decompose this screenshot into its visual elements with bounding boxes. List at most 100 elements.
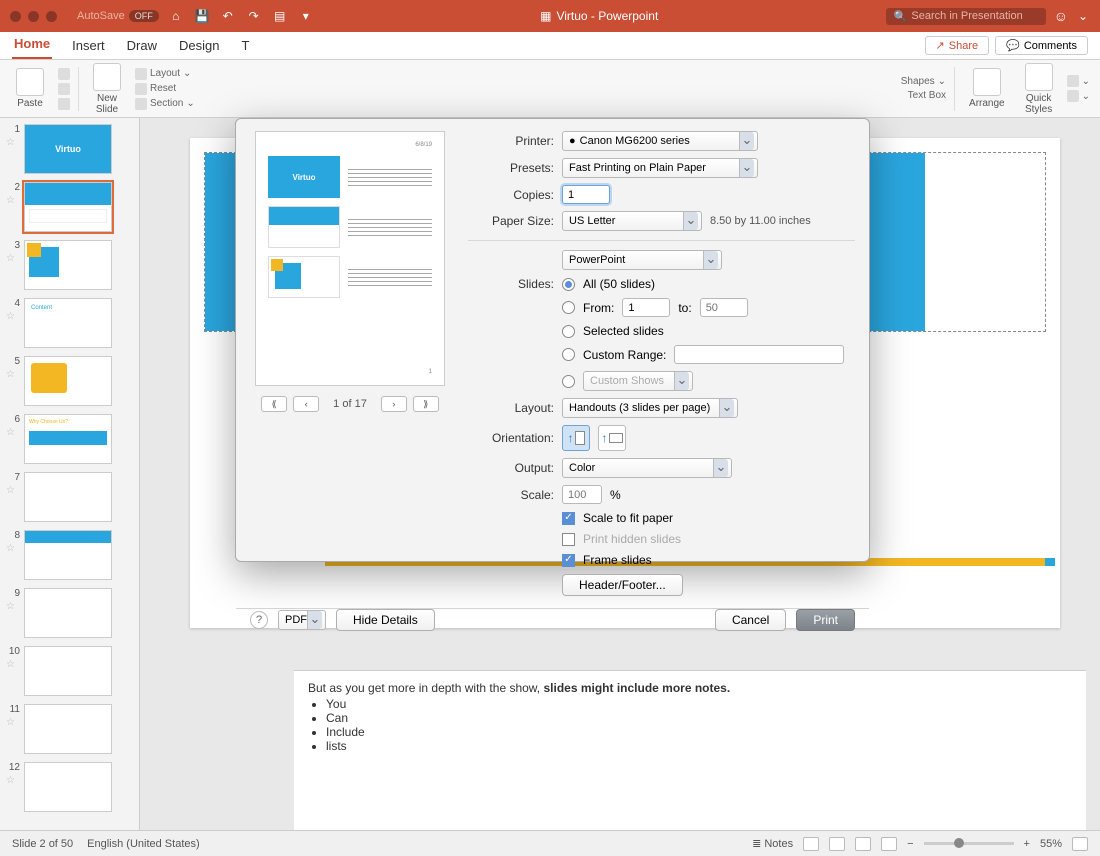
home-icon[interactable]: ⌂ bbox=[169, 9, 183, 23]
slide-thumb-11[interactable] bbox=[24, 704, 112, 754]
feedback-chevron-icon[interactable]: ⌄ bbox=[1076, 9, 1090, 23]
help-icon[interactable]: ? bbox=[250, 611, 268, 629]
comments-button[interactable]: 💬Comments bbox=[995, 36, 1088, 55]
star-icon[interactable]: ☆ bbox=[6, 717, 20, 728]
tab-insert[interactable]: Insert bbox=[70, 34, 107, 59]
tab-transitions[interactable]: T bbox=[239, 34, 251, 59]
share-button[interactable]: ↗Share bbox=[925, 36, 990, 55]
new-slide-button[interactable]: New Slide bbox=[87, 63, 127, 115]
header-footer-button[interactable]: Header/Footer... bbox=[562, 574, 683, 596]
star-icon[interactable]: ☆ bbox=[6, 543, 20, 554]
tab-design[interactable]: Design bbox=[177, 34, 221, 59]
shape-outline-button[interactable]: ⌄ bbox=[1067, 90, 1090, 102]
zoom-window-icon[interactable] bbox=[46, 11, 57, 22]
tab-draw[interactable]: Draw bbox=[125, 34, 159, 59]
star-icon[interactable]: ☆ bbox=[6, 195, 20, 206]
orientation-landscape[interactable]: ↑ bbox=[598, 425, 626, 451]
reset-button[interactable]: Reset bbox=[135, 83, 195, 95]
normal-view-icon[interactable] bbox=[803, 837, 819, 851]
text-box-button[interactable]: Text Box bbox=[908, 90, 946, 101]
print-button[interactable]: Print bbox=[796, 609, 855, 631]
autosave-toggle[interactable]: AutoSave OFF bbox=[77, 10, 159, 22]
slides-from-radio[interactable] bbox=[562, 301, 575, 314]
star-icon[interactable]: ☆ bbox=[6, 311, 20, 322]
hide-details-button[interactable]: Hide Details bbox=[336, 609, 435, 631]
selected-slides-radio[interactable] bbox=[562, 325, 575, 338]
slide-thumbnails-panel[interactable]: 1☆Virtuo 2☆ 3☆ 4☆Content 5☆ 6☆Why Choose… bbox=[0, 118, 140, 830]
next-page-icon[interactable]: › bbox=[381, 396, 407, 412]
copies-input[interactable] bbox=[562, 185, 610, 204]
copy-button[interactable] bbox=[58, 83, 70, 95]
app-section-dropdown[interactable]: PowerPoint bbox=[562, 250, 722, 270]
section-button[interactable]: Section ⌄ bbox=[135, 98, 195, 110]
presets-dropdown[interactable]: Fast Printing on Plain Paper bbox=[562, 158, 758, 178]
slide-thumb-7[interactable] bbox=[24, 472, 112, 522]
slides-all-radio[interactable] bbox=[562, 278, 575, 291]
layout-button[interactable]: Layout ⌄ bbox=[135, 68, 195, 80]
slide-thumb-4[interactable]: Content bbox=[24, 298, 112, 348]
slide-thumb-2[interactable] bbox=[24, 182, 112, 232]
frame-slides-checkbox[interactable] bbox=[562, 554, 575, 567]
pdf-dropdown[interactable]: PDF bbox=[278, 610, 326, 630]
sorter-view-icon[interactable] bbox=[829, 837, 845, 851]
slide-thumb-5[interactable] bbox=[24, 356, 112, 406]
slide-thumb-6[interactable]: Why Choose Us? bbox=[24, 414, 112, 464]
slideshow-view-icon[interactable] bbox=[881, 837, 897, 851]
star-icon[interactable]: ☆ bbox=[6, 485, 20, 496]
custom-range-input[interactable] bbox=[674, 345, 844, 364]
custom-range-radio[interactable] bbox=[562, 348, 575, 361]
first-page-icon[interactable]: ⟪ bbox=[261, 396, 287, 412]
star-icon[interactable]: ☆ bbox=[6, 601, 20, 612]
doc-icon[interactable]: ▤ bbox=[273, 9, 287, 23]
prev-page-icon[interactable]: ‹ bbox=[293, 396, 319, 412]
slide-thumb-9[interactable] bbox=[24, 588, 112, 638]
feedback-icon[interactable]: ☺ bbox=[1054, 8, 1068, 24]
zoom-out-icon[interactable]: − bbox=[907, 838, 913, 850]
notes-toggle[interactable]: ≣ Notes bbox=[752, 837, 793, 850]
repeat-icon[interactable]: ↷ bbox=[247, 9, 261, 23]
paste-group[interactable]: Paste bbox=[10, 68, 50, 109]
notes-pane[interactable]: But as you get more in depth with the sh… bbox=[294, 670, 1086, 830]
save-icon[interactable]: 💾 bbox=[195, 9, 209, 23]
slide-thumb-3[interactable] bbox=[24, 240, 112, 290]
star-icon[interactable]: ☆ bbox=[6, 369, 20, 380]
slide-thumb-8[interactable] bbox=[24, 530, 112, 580]
tab-home[interactable]: Home bbox=[12, 32, 52, 59]
zoom-slider[interactable] bbox=[924, 842, 1014, 845]
language-indicator[interactable]: English (United States) bbox=[87, 838, 200, 850]
close-window-icon[interactable] bbox=[10, 11, 21, 22]
cancel-button[interactable]: Cancel bbox=[715, 609, 786, 631]
arrange-button[interactable]: Arrange bbox=[963, 68, 1011, 109]
star-icon[interactable]: ☆ bbox=[6, 137, 20, 148]
quick-styles-button[interactable]: Quick Styles bbox=[1019, 63, 1059, 115]
layout-dropdown[interactable]: Handouts (3 slides per page) bbox=[562, 398, 738, 418]
orientation-portrait[interactable]: ↑ bbox=[562, 425, 590, 451]
fit-to-window-icon[interactable] bbox=[1072, 837, 1088, 851]
star-icon[interactable]: ☆ bbox=[6, 253, 20, 264]
scale-to-fit-checkbox[interactable] bbox=[562, 512, 575, 525]
star-icon[interactable]: ☆ bbox=[6, 659, 20, 670]
undo-icon[interactable]: ↶ bbox=[221, 9, 235, 23]
slide-counter[interactable]: Slide 2 of 50 bbox=[12, 838, 73, 850]
star-icon[interactable]: ☆ bbox=[6, 427, 20, 438]
slide-thumb-1[interactable]: Virtuo bbox=[24, 124, 112, 174]
format-painter-button[interactable] bbox=[58, 98, 70, 110]
zoom-in-icon[interactable]: + bbox=[1024, 838, 1030, 850]
star-icon[interactable]: ☆ bbox=[6, 775, 20, 786]
shape-fill-button[interactable]: ⌄ bbox=[1067, 75, 1090, 87]
to-input[interactable] bbox=[700, 298, 748, 317]
last-page-icon[interactable]: ⟫ bbox=[413, 396, 439, 412]
reading-view-icon[interactable] bbox=[855, 837, 871, 851]
zoom-level[interactable]: 55% bbox=[1040, 838, 1062, 850]
customize-icon[interactable]: ▾ bbox=[299, 9, 313, 23]
presentation-search[interactable]: 🔍 Search in Presentation bbox=[886, 8, 1046, 25]
shapes-button[interactable]: Shapes ⌄ bbox=[901, 76, 946, 87]
cut-button[interactable] bbox=[58, 68, 70, 80]
paper-size-dropdown[interactable]: US Letter bbox=[562, 211, 702, 231]
minimize-window-icon[interactable] bbox=[28, 11, 39, 22]
output-dropdown[interactable]: Color bbox=[562, 458, 732, 478]
slide-thumb-12[interactable] bbox=[24, 762, 112, 812]
slide-thumb-10[interactable] bbox=[24, 646, 112, 696]
from-input[interactable] bbox=[622, 298, 670, 317]
printer-dropdown[interactable]: ● Canon MG6200 series bbox=[562, 131, 758, 151]
